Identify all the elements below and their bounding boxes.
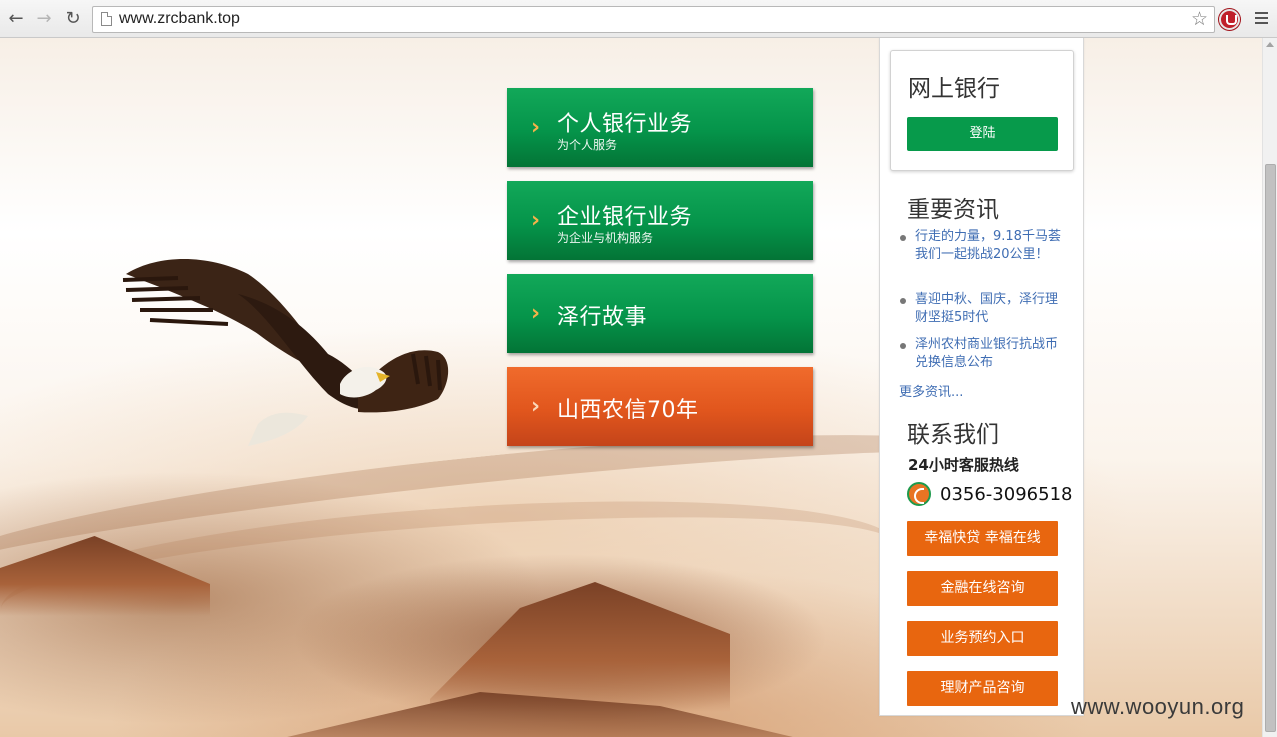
bullet-icon (900, 298, 906, 304)
browser-menu-icon[interactable] (1255, 12, 1268, 25)
page-viewport: › 个人银行业务 为个人服务 › 企业银行业务 为企业与机构服务 › 泽行故事 … (0, 38, 1262, 737)
page-icon (101, 12, 112, 26)
reload-icon[interactable]: ↻ (62, 8, 84, 30)
back-arrow-icon[interactable]: ← (5, 8, 27, 30)
appointment-button[interactable]: 业务预约入口 (907, 621, 1058, 656)
hotline-label: 24小时客服热线 (908, 456, 1019, 474)
phone-number: 0356-3096518 (940, 484, 1073, 505)
login-button[interactable]: 登陆 (907, 117, 1058, 151)
scroll-thumb[interactable] (1265, 164, 1276, 732)
online-banking-title: 网上银行 (908, 76, 1000, 102)
finance-consult-button[interactable]: 金融在线咨询 (907, 571, 1058, 606)
right-sidebar: 网上银行 登陆 重要资讯 行走的力量，9.18千马荟我们一起挑战20公里！ 喜迎… (879, 38, 1084, 716)
chevron-right-icon: › (531, 207, 541, 233)
extension-icon[interactable] (1219, 9, 1240, 30)
browser-toolbar: ← → ↻ www.zrcbank.top ☆ (0, 0, 1277, 38)
chevron-right-icon: › (531, 393, 541, 419)
chevron-right-icon: › (531, 114, 541, 140)
news-title: 重要资讯 (907, 197, 999, 223)
wealth-product-button[interactable]: 理财产品咨询 (907, 671, 1058, 706)
phone-icon (907, 482, 931, 506)
news-link[interactable]: 行走的力量，9.18千马荟我们一起挑战20公里！ (915, 228, 1065, 264)
menu-title: 个人银行业务 (557, 112, 693, 137)
menu-bank-story[interactable]: › 泽行故事 (507, 274, 813, 353)
chevron-right-icon: › (531, 300, 541, 326)
bookmark-star-icon[interactable]: ☆ (1191, 8, 1208, 30)
menu-title: 企业银行业务 (557, 205, 693, 230)
news-link[interactable]: 喜迎中秋、国庆，泽行理财坚挺5时代 (915, 291, 1065, 327)
eagle-illustration (122, 259, 449, 446)
menu-shanxi-70-years[interactable]: › 山西农信70年 (507, 367, 813, 446)
bullet-icon (900, 235, 906, 241)
address-bar[interactable]: www.zrcbank.top ☆ (92, 6, 1215, 33)
menu-title: 泽行故事 (557, 305, 648, 330)
menu-subtitle: 为企业与机构服务 (557, 231, 654, 245)
menu-personal-banking[interactable]: › 个人银行业务 为个人服务 (507, 88, 813, 167)
quick-loan-button[interactable]: 幸福快贷 幸福在线 (907, 521, 1058, 556)
menu-corporate-banking[interactable]: › 企业银行业务 为企业与机构服务 (507, 181, 813, 260)
menu-title: 山西农信70年 (557, 398, 699, 423)
contact-title: 联系我们 (907, 422, 999, 448)
news-link[interactable]: 泽州农村商业银行抗战币兑换信息公布 (915, 336, 1065, 372)
menu-subtitle: 为个人服务 (557, 138, 618, 152)
bullet-icon (900, 343, 906, 349)
forward-arrow-icon[interactable]: → (33, 8, 55, 30)
more-news-link[interactable]: 更多资讯... (899, 381, 963, 400)
watermark-text: www.wooyun.org (1071, 694, 1245, 719)
scroll-up-arrow-icon[interactable] (1266, 42, 1274, 47)
online-banking-panel: 网上银行 登陆 (890, 50, 1074, 171)
url-text[interactable]: www.zrcbank.top (119, 10, 240, 28)
page-scrollbar[interactable] (1262, 38, 1277, 737)
